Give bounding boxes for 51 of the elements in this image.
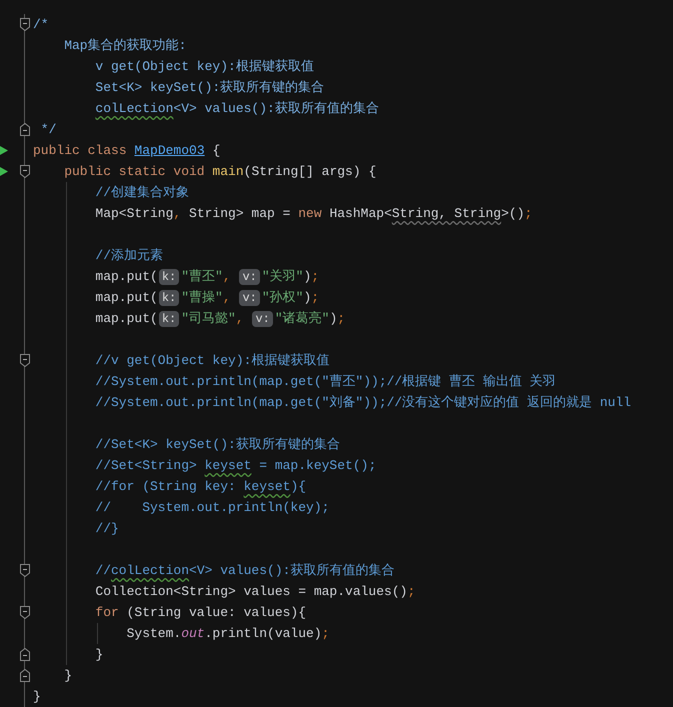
- parameter-hint: v:: [252, 311, 273, 327]
- code-text: "曹操",: [181, 290, 232, 305]
- code-text: "诸葛亮");: [274, 311, 346, 326]
- code-line: public static void main(String[] args) {: [64, 164, 376, 179]
- code-line: // System.out.println(key);: [95, 500, 330, 515]
- fold-icon[interactable]: [20, 606, 30, 619]
- code-line: for (String value: values){: [95, 605, 306, 620]
- run-icon[interactable]: [0, 146, 8, 155]
- code-text: map.put(: [95, 269, 158, 284]
- fold-icon[interactable]: [20, 354, 30, 367]
- code-line: */: [40, 122, 56, 137]
- code-line: public class MapDemo03 {: [33, 143, 220, 158]
- run-icon[interactable]: [0, 167, 8, 176]
- fold-icon[interactable]: [20, 564, 30, 577]
- code-text: map.put(: [95, 290, 158, 305]
- code-text: "孙权");: [262, 290, 320, 305]
- code-line: //创建集合对象: [95, 185, 189, 200]
- code-line: //添加元素: [95, 248, 163, 263]
- code-line: v get(Object key):根据键获取值: [95, 59, 314, 74]
- parameter-hint: k:: [158, 269, 180, 285]
- code-text: "关羽");: [262, 269, 320, 284]
- code-line: //System.out.println(map.get("刘备"));//没有这个键对应的值 返回的就是 null: [95, 395, 632, 410]
- code-text: "曹丕",: [181, 269, 232, 284]
- code-line: //colLection<V> values():获取所有值的集合: [95, 563, 394, 578]
- fold-icon[interactable]: [20, 18, 30, 31]
- fold-icon[interactable]: [20, 648, 30, 661]
- fold-icon[interactable]: [20, 669, 30, 682]
- code-line: Map集合的获取功能:: [64, 38, 186, 53]
- code-line: Map<String, String> map = new HashMap<String, String>();: [95, 206, 532, 221]
- code-line: }: [33, 689, 41, 704]
- code-text: map.put(: [95, 311, 158, 326]
- code-line: Collection<String> values = map.values();: [95, 584, 416, 599]
- code-line: //System.out.println(map.get("曹丕"));//根据键 曹丕 输出值 关羽: [95, 374, 556, 389]
- code-line: //Set<String> keyset = map.keySet();: [95, 458, 376, 473]
- code-line: }: [64, 668, 72, 683]
- parameter-hint: v:: [239, 290, 260, 306]
- fold-icon[interactable]: [20, 123, 30, 136]
- code-line: }: [95, 647, 104, 662]
- code-line: //for (String key: keyset){: [95, 479, 306, 494]
- fold-icon[interactable]: [20, 165, 30, 178]
- code-line: //Set<K> keySet():获取所有键的集合: [95, 437, 340, 452]
- code-line: System.out.println(value);: [126, 626, 330, 641]
- code-line: /*: [33, 17, 49, 32]
- parameter-hint: k:: [158, 311, 180, 327]
- code-line: Set<K> keySet():获取所有键的集合: [95, 80, 324, 95]
- code-line: //}: [95, 521, 119, 536]
- parameter-hint: k:: [158, 290, 180, 306]
- code-line: //v get(Object key):根据键获取值: [95, 353, 330, 368]
- code-line: colLection<V> values():获取所有值的集合: [95, 101, 379, 116]
- parameter-hint: v:: [239, 269, 260, 285]
- code-text: "司马懿",: [181, 311, 245, 326]
